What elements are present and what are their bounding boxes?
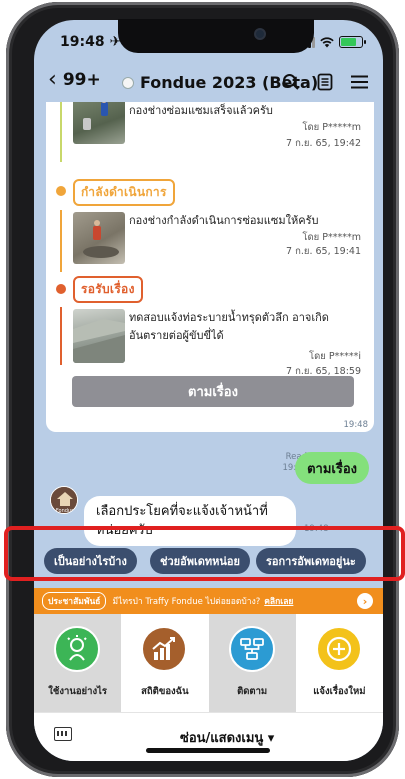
promo-tag: ประชาสัมพันธ์ [42,592,107,610]
quick-reply-please-update[interactable]: ช่วยอัพเดทหน่อย [150,548,250,574]
search-icon[interactable] [281,72,301,92]
menu-label: ใช้งานอย่างไร [48,686,107,697]
status-time: 19:48 ✈︎ [60,34,122,50]
menu-label: สถิติของฉัน [141,686,189,697]
keyboard-icon[interactable] [54,727,72,741]
app-screen: 19:48 ✈︎ ‹ 99+ Fondue 2023 (Beta) กองช่า… [34,20,383,761]
menu-follow[interactable]: ติดตาม [208,614,296,712]
quick-reply-bar: เป็นอย่างไรบ้าง ช่วยอัพเดทหน่อย รอการอัพ… [34,542,383,580]
rich-menu: ใช้งานอย่างไร สถิติของฉัน ติดตาม แจ้งเรื… [34,614,383,712]
follow-up-button[interactable]: ตามเรื่อง [72,376,354,407]
sent-message-bubble: ตามเรื่อง [295,452,369,484]
promo-text: มีไทรป่า Traffy Fondue ไปต่อยอดบ้าง? [112,597,261,607]
chat-header: ‹ 99+ Fondue 2023 (Beta) [34,64,383,102]
menu-new-report[interactable]: แจ้งเรื่องใหม่ [296,614,383,712]
menu-label: แจ้งเรื่องใหม่ [313,686,366,697]
report-photo[interactable] [73,212,125,264]
menu-icon[interactable] [349,72,369,92]
chart-icon [141,626,188,672]
entry-time: 7 ก.ย. 65, 19:41 [286,246,361,257]
status-timeline-card: กองช่างซ่อมแซมเสร็จแล้วครับ โดย P*****m … [46,102,374,432]
flowchart-icon [228,626,275,672]
quick-reply-how-is-it[interactable]: เป็นอย่างไรบ้าง [44,548,137,574]
promo-banner[interactable]: ประชาสัมพันธ์ มีไทรป่า Traffy Fondue ไปต… [34,588,383,614]
quick-reply-waiting-update[interactable]: รอการอัพเดทอยู่นะ [256,548,366,574]
stage-dot [56,186,66,196]
stage-dot [56,284,66,294]
entry-message: ทดสอบแจ้งท่อระบายน้ำทรุดตัวลึก อาจเกิดอั… [129,311,329,342]
timeline-entry: กองช่างกำลังดำเนินการซ่อมแซมให้ครับ โดย … [73,212,365,268]
unread-count: 99+ [62,70,101,90]
timeline-line [60,102,62,162]
menu-label: ติดตาม [237,686,268,697]
stage-badge-in-progress: กำลังดำเนินการ [73,179,175,206]
timeline-entry: ทดสอบแจ้งท่อระบายน้ำทรุดตัวลึก อาจเกิดอั… [73,309,365,377]
camera-icon [254,28,266,40]
timeline-entry: กองช่างซ่อมแซมเสร็จแล้วครับ โดย P*****m … [73,102,365,158]
phone-frame: 19:48 ✈︎ ‹ 99+ Fondue 2023 (Beta) กองช่า… [6,2,399,777]
entry-message: กองช่างกำลังดำเนินการซ่อมแซมให้ครับ [129,214,319,227]
bot-avatar: Fondue [50,486,78,514]
battery-icon [339,36,366,48]
report-photo[interactable] [73,309,125,363]
chevron-left-icon: ‹ [48,67,57,92]
stage-badge-pending: รอรับเรื่อง [73,276,143,303]
entry-author: โดย P*****m [302,232,361,243]
chevron-right-icon[interactable]: › [357,593,373,609]
bottom-bar: ซ่อน/แสดงเมนู ▾ [34,712,383,761]
received-message-bubble: เลือกประโยคที่จะแจ้งเจ้าหน้าที่หน่อยครับ [84,496,296,546]
card-timestamp: 19:48 [343,420,369,430]
notes-icon[interactable] [315,72,335,92]
wifi-icon [320,36,334,47]
phone-notch [118,19,314,53]
entry-message: กองช่างซ่อมแซมเสร็จแล้วครับ [129,104,273,117]
menu-how-to-use[interactable]: ใช้งานอย่างไร [34,614,122,712]
add-circle-icon [315,626,362,672]
report-photo[interactable] [73,102,125,144]
room-logo-icon [122,76,134,89]
menu-my-stats[interactable]: สถิติของฉัน [121,614,208,712]
promo-link[interactable]: คลิกเลย [264,594,293,608]
idea-person-icon [54,626,100,672]
header-actions [281,72,369,92]
home-indicator[interactable] [146,748,270,753]
toggle-menu-button[interactable]: ซ่อน/แสดงเมนู ▾ [180,727,274,748]
entry-author: โดย P*****m [302,122,361,133]
entry-time: 7 ก.ย. 65, 19:42 [286,138,361,149]
back-button[interactable]: ‹ 99+ [48,67,101,92]
timeline-line [60,307,62,365]
entry-author: โดย P*****i [309,351,361,362]
avatar-caption: Fondue [56,508,74,514]
received-time: 19:48 [304,524,329,534]
timeline-line [60,210,62,272]
